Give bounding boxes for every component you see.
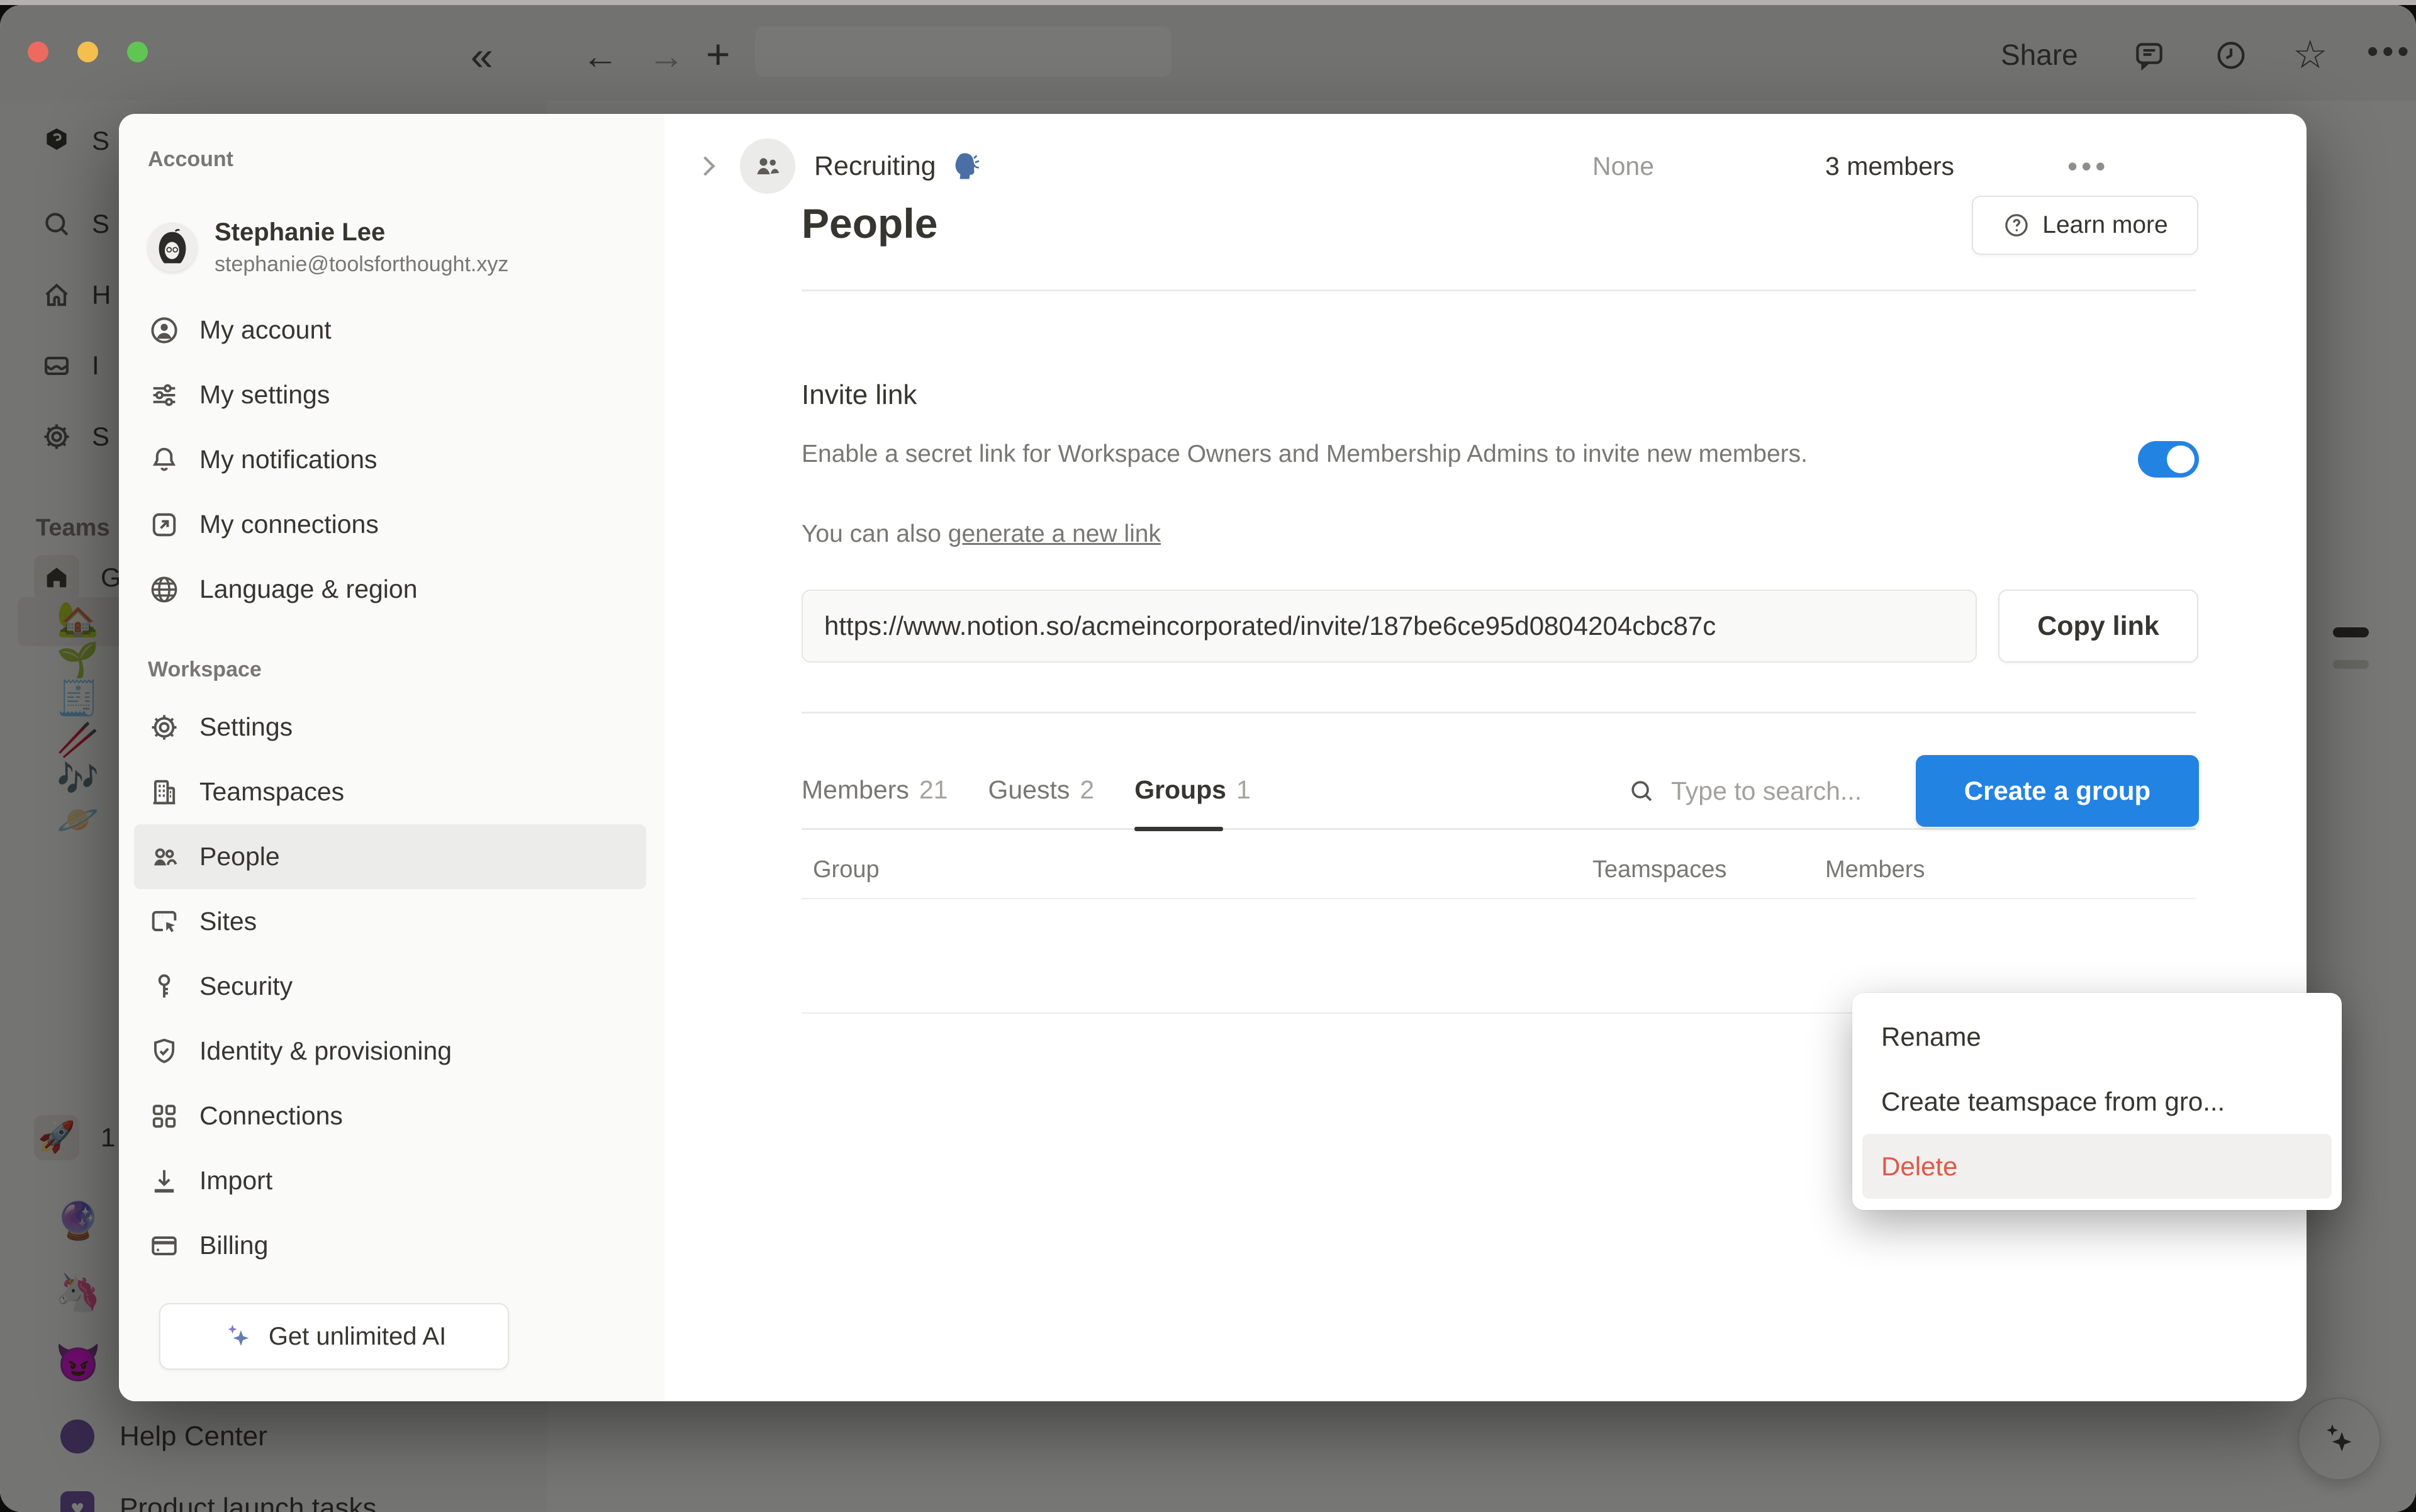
menu-item-create-teamspace[interactable]: Create teamspace from gro...: [1862, 1069, 2332, 1134]
account-section-label: Account: [148, 139, 664, 179]
download-icon: [148, 1165, 181, 1197]
question-circle-icon: [2002, 211, 2031, 240]
tab-guests[interactable]: Guests2: [988, 751, 1094, 829]
group-teamspaces-value: None: [1592, 114, 1654, 218]
group-search[interactable]: Type to search...: [1627, 752, 1862, 830]
sidebar-item-connections[interactable]: Connections: [148, 1084, 646, 1148]
column-header-members: Members: [1825, 856, 1925, 883]
column-header-group: Group: [813, 856, 880, 883]
page-title: People: [802, 199, 937, 247]
create-group-button[interactable]: Create a group: [1916, 755, 2199, 827]
invite-link-toggle[interactable]: [2138, 441, 2199, 478]
group-context-menu: Rename Create teamspace from gro... Dele…: [1852, 993, 2342, 1210]
sidebar-item-import[interactable]: Import: [148, 1148, 646, 1213]
user-name: Stephanie Lee: [215, 215, 508, 250]
generate-new-link[interactable]: generate a new link: [948, 520, 1161, 547]
building-icon: [148, 776, 181, 809]
sidebar-item-identity-provisioning[interactable]: Identity & provisioning: [148, 1019, 646, 1084]
sidebar-item-teamspaces[interactable]: Teamspaces: [148, 759, 646, 824]
workspace-section-label: Workspace: [148, 649, 664, 690]
key-icon: [148, 970, 181, 1003]
divider: [802, 712, 2196, 714]
tab-members[interactable]: Members21: [802, 751, 948, 829]
notion-window: « ← → + Share ☆ ••• S S H: [0, 5, 2416, 1512]
zoom-window-button[interactable]: [127, 42, 148, 62]
sidebar-item-my-settings[interactable]: My settings: [148, 362, 646, 427]
search-icon: [1627, 776, 1656, 805]
person-circle-icon: [148, 314, 181, 347]
sidebar-item-billing[interactable]: Billing: [148, 1213, 646, 1278]
tab-groups[interactable]: Groups1: [1134, 751, 1251, 829]
screen-top-edge: [0, 0, 2416, 5]
sidebar-item-security[interactable]: Security: [148, 954, 646, 1019]
group-members-value: 3 members: [1825, 114, 1954, 218]
copy-link-button[interactable]: Copy link: [1998, 590, 2198, 663]
sidebar-item-settings[interactable]: Settings: [148, 695, 646, 759]
invite-url-input[interactable]: https://www.notion.so/acmeincorporated/i…: [802, 590, 1977, 663]
people-icon: [148, 841, 181, 873]
invite-link-heading: Invite link: [802, 379, 917, 411]
user-email: stephanie@toolsforthought.xyz: [215, 250, 508, 280]
group-name: Recruiting: [814, 151, 936, 182]
ai-sparkle-icon: [222, 1320, 255, 1353]
menu-item-rename[interactable]: Rename: [1862, 1004, 2332, 1069]
avatar: [148, 223, 197, 272]
credit-card-icon: [148, 1229, 181, 1262]
shield-check-icon: [148, 1035, 181, 1068]
sliders-icon: [148, 379, 181, 412]
group-more-options-icon[interactable]: •••: [2067, 114, 2109, 218]
group-avatar: [740, 138, 795, 194]
generate-link-note: You can also generate a new link: [802, 520, 1161, 548]
window-controls: [28, 42, 148, 62]
globe-icon: [148, 573, 181, 606]
speaking-head-icon: [948, 148, 983, 184]
search-placeholder: Type to search...: [1671, 776, 1862, 806]
divider: [802, 898, 2196, 899]
sidebar-item-language-region[interactable]: Language & region: [148, 557, 646, 622]
minimize-window-button[interactable]: [77, 42, 98, 62]
column-header-teamspaces: Teamspaces: [1592, 856, 1726, 883]
browser-cursor-icon: [148, 905, 181, 938]
gear-icon: [148, 711, 181, 744]
sidebar-item-my-connections[interactable]: My connections: [148, 492, 646, 557]
invite-link-description: Enable a secret link for Workspace Owner…: [802, 436, 1884, 473]
arrow-square-icon: [148, 508, 181, 541]
expand-chevron-icon[interactable]: [695, 156, 715, 176]
account-user[interactable]: Stephanie Lee stephanie@toolsforthought.…: [148, 197, 664, 298]
divider: [802, 289, 2196, 291]
grid-icon: [148, 1100, 181, 1133]
settings-sidebar: Account Stephanie Lee stephanie@toolsfor…: [119, 114, 664, 1401]
menu-item-delete[interactable]: Delete: [1862, 1134, 2332, 1199]
close-window-button[interactable]: [28, 42, 48, 62]
sidebar-item-my-notifications[interactable]: My notifications: [148, 427, 646, 492]
sidebar-item-my-account[interactable]: My account: [148, 298, 646, 362]
get-unlimited-ai-button[interactable]: Get unlimited AI: [159, 1303, 509, 1370]
sidebar-item-sites[interactable]: Sites: [148, 889, 646, 954]
sidebar-item-people[interactable]: People: [134, 824, 646, 889]
toggle-knob: [2167, 445, 2195, 473]
screen: « ← → + Share ☆ ••• S S H: [0, 0, 2416, 1512]
bell-icon: [148, 444, 181, 476]
group-people-icon: [751, 150, 784, 182]
